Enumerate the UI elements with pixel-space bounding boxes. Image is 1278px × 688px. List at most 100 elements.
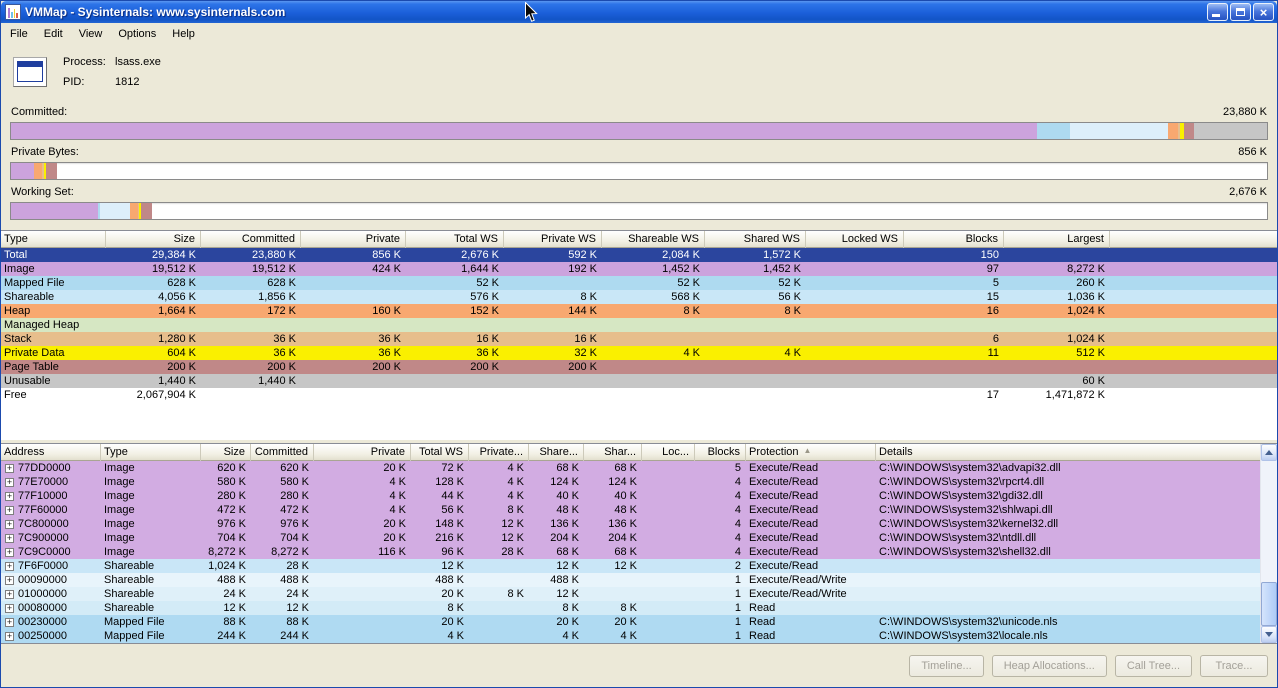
private-bytes-group: Private Bytes: 856 K [10, 145, 1268, 180]
menu-item-edit[interactable]: Edit [36, 25, 71, 43]
value-cell: 48 K [614, 504, 637, 516]
type-cell: Free [4, 389, 27, 401]
summary-col-committed[interactable]: Committed [201, 231, 301, 248]
detail-row-7c900000[interactable]: +7C900000 Image 704 K 704 K 20 K 216 K 12 K 204… [1, 531, 1260, 545]
scrollbar-thumb[interactable] [1261, 582, 1277, 626]
summary-col-private[interactable]: Private [301, 231, 406, 248]
detail-col-size[interactable]: Size [201, 444, 251, 461]
detail-row-00080000[interactable]: +00080000 Shareable 12 K 12 K8 K8 K8 K 1 Read [1, 601, 1260, 615]
summary-row-page-table[interactable]: Page Table 200 K 200 K 200 K 200 K 200 K [1, 360, 1277, 374]
expand-icon[interactable]: + [5, 533, 14, 543]
value-cell: 52 K [778, 277, 801, 289]
timeline-button[interactable]: Timeline... [909, 654, 984, 677]
detail-col-address[interactable]: Address [1, 444, 101, 461]
detail-row-7f6f0000[interactable]: +7F6F0000 Shareable 1,024 K 28 K 12 K 12 K 12 … [1, 559, 1260, 573]
summary-row-private-data[interactable]: Private Data 604 K 36 K 36 K 36 K 32 K 4 K 4 K 1… [1, 346, 1277, 360]
detail-col-share[interactable]: Share... [529, 444, 584, 461]
value-cell [314, 573, 411, 587]
value-cell: 19,512 K [251, 263, 296, 275]
summary-row-managed-heap[interactable]: Managed Heap [1, 318, 1277, 332]
detail-row-00230000[interactable]: +00230000 Mapped File 88 K 88 K 20 K 20 K 20 K… [1, 615, 1260, 629]
detail-col-committed[interactable]: Committed [251, 444, 314, 461]
menu-item-help[interactable]: Help [164, 25, 203, 43]
expand-icon[interactable]: + [5, 589, 14, 599]
value-cell: 12 K [501, 518, 524, 530]
detail-col-type[interactable]: Type [101, 444, 201, 461]
scroll-down-button[interactable] [1261, 626, 1277, 643]
value-cell: 29,384 K [151, 249, 196, 261]
scrollbar-track[interactable] [1261, 461, 1277, 626]
menu-item-options[interactable]: Options [110, 25, 164, 43]
menu-item-view[interactable]: View [71, 25, 111, 43]
detail-col-loc[interactable]: Loc... [642, 444, 695, 461]
value-cell: 4,056 K [158, 291, 196, 303]
detail-row-01000000[interactable]: +01000000 Shareable 24 K 24 K 20 K8 K 12 K 1 Ex… [1, 587, 1260, 601]
expand-icon[interactable]: + [5, 477, 14, 487]
value-cell: Execute/Read [749, 560, 819, 572]
detail-col-private[interactable]: Private [314, 444, 411, 461]
summary-row-heap[interactable]: Heap 1,664 K 172 K 160 K 152 K 144 K 8 K 8 K 16 1… [1, 304, 1277, 318]
value-cell: 1 [734, 602, 741, 614]
value-cell: 1,644 K [461, 263, 499, 275]
value-cell [642, 475, 695, 489]
value-cell: 12 K [441, 560, 464, 572]
summary-col-blocks[interactable]: Blocks [904, 231, 1004, 248]
value-cell: 23,880 K [251, 249, 296, 261]
expand-icon[interactable]: + [5, 463, 14, 473]
detail-col-blocks[interactable]: Blocks [695, 444, 746, 461]
detail-row-77f10000[interactable]: +77F10000 Image 280 K 280 K4 K 44 K4 K 40 K 40… [1, 489, 1260, 503]
summary-row-shareable[interactable]: Shareable 4,056 K 1,856 K 576 K 8 K 568 K 56 K… [1, 290, 1277, 304]
detail-col-details[interactable]: Details [876, 444, 1260, 461]
expand-icon[interactable]: + [5, 631, 14, 641]
detail-col-private[interactable]: Private... [469, 444, 529, 461]
expand-icon[interactable]: + [5, 547, 14, 557]
summary-col-type[interactable]: Type [1, 231, 106, 248]
summary-row-image[interactable]: Image 19,512 K 19,512 K 424 K 1,644 K 192 K 1,… [1, 262, 1277, 276]
expand-icon[interactable]: + [5, 519, 14, 529]
expand-icon[interactable]: + [5, 575, 14, 585]
summary-col-total-ws[interactable]: Total WS [406, 231, 504, 248]
detail-row-77e70000[interactable]: +77E70000 Image 580 K 580 K4 K 128 K4 K 124 K… [1, 475, 1260, 489]
expand-icon[interactable]: + [5, 603, 14, 613]
detail-col-total-ws[interactable]: Total WS [411, 444, 469, 461]
summary-row-unusable[interactable]: Unusable 1,440 K 1,440 K 60 K [1, 374, 1277, 388]
trace-button[interactable]: Trace... [1200, 654, 1268, 677]
detail-col-shar[interactable]: Shar... [584, 444, 642, 461]
expand-icon[interactable]: + [5, 491, 14, 501]
titlebar[interactable]: VMMap - Sysinternals: www.sysinternals.c… [1, 1, 1277, 23]
expand-icon[interactable]: + [5, 617, 14, 627]
summary-col-size[interactable]: Size [106, 231, 201, 248]
detail-row-00090000[interactable]: +00090000 Shareable 488 K 488 K 488 K 488 K1E… [1, 573, 1260, 587]
value-cell: 1,280 K [158, 333, 196, 345]
detail-row-00250000[interactable]: +00250000 Mapped File 244 K 244 K4 K4 K4 K1… [1, 629, 1260, 643]
summary-col-shared-ws[interactable]: Shared WS [705, 231, 806, 248]
value-cell: 8,272 K [1067, 263, 1105, 275]
menu-item-file[interactable]: File [2, 25, 36, 43]
summary-row-free[interactable]: Free 2,067,904 K 17 1,471,872 K [1, 388, 1277, 402]
maximize-button[interactable] [1230, 3, 1251, 21]
detail-row-77dd0000[interactable]: +77DD0000 Image 620 K 620 K 20 K 72 K4 K 68 K6… [1, 461, 1260, 475]
detail-col-protection[interactable]: Protection ▲ [746, 444, 876, 461]
value-cell: 1,440 K [158, 375, 196, 387]
close-button[interactable]: × [1253, 3, 1274, 21]
summary-col-largest[interactable]: Largest [1004, 231, 1110, 248]
call-tree-button[interactable]: Call Tree... [1114, 654, 1192, 677]
summary-col-shareable-ws[interactable]: Shareable WS [602, 231, 705, 248]
minimize-button[interactable] [1207, 3, 1228, 21]
detail-row-7c800000[interactable]: +7C800000 Image 976 K 976 K 20 K 148 K 12 K 136… [1, 517, 1260, 531]
detail-header: Address Type Size Committed Private Total WS P… [1, 444, 1260, 461]
address-text: 00230000 [18, 616, 67, 628]
expand-icon[interactable]: + [5, 505, 14, 515]
scroll-up-button[interactable] [1261, 444, 1277, 461]
address-text: 77F10000 [18, 490, 68, 502]
memory-segment [1167, 123, 1178, 139]
summary-col-private-ws[interactable]: Private WS [504, 231, 602, 248]
detail-row-77f60000[interactable]: +77F60000 Image 472 K 472 K4 K 56 K8 K 48 K 48… [1, 503, 1260, 517]
summary-row-mapped-file[interactable]: Mapped File 628 K 628 K 52 K 52 K 52 K 5 260 K [1, 276, 1277, 290]
summary-row-total[interactable]: Total 29,384 K 23,880 K 856 K 2,676 K 592 K 2,… [1, 248, 1277, 262]
expand-icon[interactable]: + [5, 561, 14, 571]
heap-allocations-button[interactable]: Heap Allocations... [991, 654, 1107, 677]
summary-row-stack[interactable]: Stack 1,280 K 36 K 36 K 16 K 16 K 6 1,024 K [1, 332, 1277, 346]
summary-col-locked-ws[interactable]: Locked WS [806, 231, 904, 248]
detail-row-7c9c0000[interactable]: +7C9C0000 Image 8,272 K 8,272 K 116 K 96 K 28 … [1, 545, 1260, 559]
